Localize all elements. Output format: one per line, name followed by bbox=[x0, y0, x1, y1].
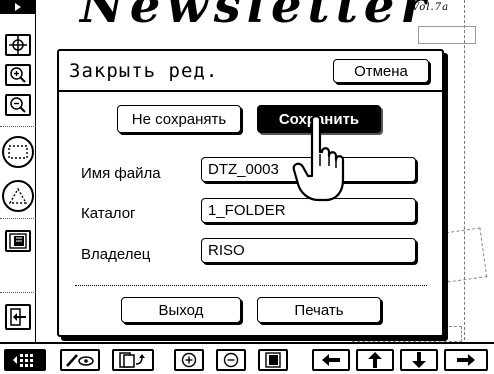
grid-icon bbox=[13, 354, 33, 367]
zoom-out-icon bbox=[10, 97, 26, 113]
arrow-right-button[interactable] bbox=[444, 349, 488, 371]
exit-button[interactable]: Выход bbox=[121, 297, 241, 323]
exit-button[interactable] bbox=[5, 304, 31, 330]
move-icon bbox=[9, 36, 27, 54]
arrow-up-button[interactable] bbox=[356, 349, 394, 371]
zoom-in-button-bottom[interactable] bbox=[174, 349, 204, 371]
zoom-in-icon bbox=[181, 352, 197, 368]
move-button[interactable] bbox=[5, 34, 31, 56]
dont-save-button[interactable]: Не сохранять bbox=[117, 105, 241, 133]
triangle-select-button[interactable] bbox=[2, 180, 34, 212]
rect-select-icon bbox=[8, 145, 28, 159]
page-button[interactable] bbox=[5, 230, 31, 252]
cancel-button[interactable]: Отмена bbox=[333, 59, 429, 83]
exit-icon bbox=[10, 308, 26, 326]
grid-button[interactable] bbox=[4, 349, 46, 371]
newsletter-volume: Vol.7a bbox=[412, 2, 450, 13]
print-button[interactable]: Печать bbox=[257, 297, 381, 323]
owner-label: Владелец bbox=[81, 246, 151, 263]
layout-frame bbox=[418, 26, 476, 44]
eye-pencil-icon bbox=[66, 354, 94, 367]
arrow-left-button[interactable] bbox=[312, 349, 350, 371]
arrow-left-icon bbox=[322, 354, 340, 366]
toolbar-divider bbox=[0, 218, 36, 219]
page-turn-icon bbox=[119, 352, 145, 368]
margin-guide bbox=[464, 0, 465, 340]
triangle-right-icon bbox=[15, 3, 21, 11]
sketch-decoration bbox=[440, 227, 488, 283]
arrow-down-button[interactable] bbox=[400, 349, 438, 371]
left-toolbar bbox=[0, 0, 36, 342]
page-turn-button[interactable] bbox=[112, 349, 154, 371]
toolbar-expand-button[interactable] bbox=[0, 0, 36, 14]
toolbar-divider bbox=[0, 126, 36, 127]
close-editor-dialog: Закрыть ред. Отмена Не сохранять Сохрани… bbox=[57, 49, 444, 337]
folder-field[interactable]: 1_FOLDER bbox=[201, 198, 416, 223]
title-divider bbox=[59, 90, 442, 92]
folder-label: Каталог bbox=[81, 205, 136, 222]
page-icon bbox=[265, 352, 281, 368]
zoom-in-button[interactable] bbox=[5, 64, 31, 86]
arrow-right-icon bbox=[457, 354, 475, 366]
toolbar-divider bbox=[0, 292, 36, 293]
page-icon bbox=[9, 233, 27, 249]
newsletter-title: Newsletter bbox=[80, 0, 432, 34]
dialog-divider bbox=[75, 285, 427, 286]
rect-select-button[interactable] bbox=[2, 136, 34, 168]
owner-field[interactable]: RISO bbox=[201, 238, 416, 263]
save-button[interactable]: Сохранить bbox=[257, 105, 381, 133]
zoom-out-icon bbox=[223, 352, 239, 368]
zoom-out-button[interactable] bbox=[5, 94, 31, 116]
arrow-down-icon bbox=[412, 352, 426, 368]
triangle-select-icon bbox=[9, 188, 27, 204]
zoom-out-button-bottom[interactable] bbox=[216, 349, 246, 371]
view-edit-button[interactable] bbox=[60, 349, 100, 371]
filename-label: Имя файла bbox=[81, 165, 161, 182]
page-button-bottom[interactable] bbox=[258, 349, 288, 371]
filename-field[interactable]: DTZ_0003 bbox=[201, 157, 416, 182]
arrow-up-icon bbox=[368, 352, 382, 368]
zoom-in-icon bbox=[10, 67, 26, 83]
bottom-toolbar bbox=[0, 342, 494, 374]
dialog-title: Закрыть ред. bbox=[69, 60, 219, 82]
